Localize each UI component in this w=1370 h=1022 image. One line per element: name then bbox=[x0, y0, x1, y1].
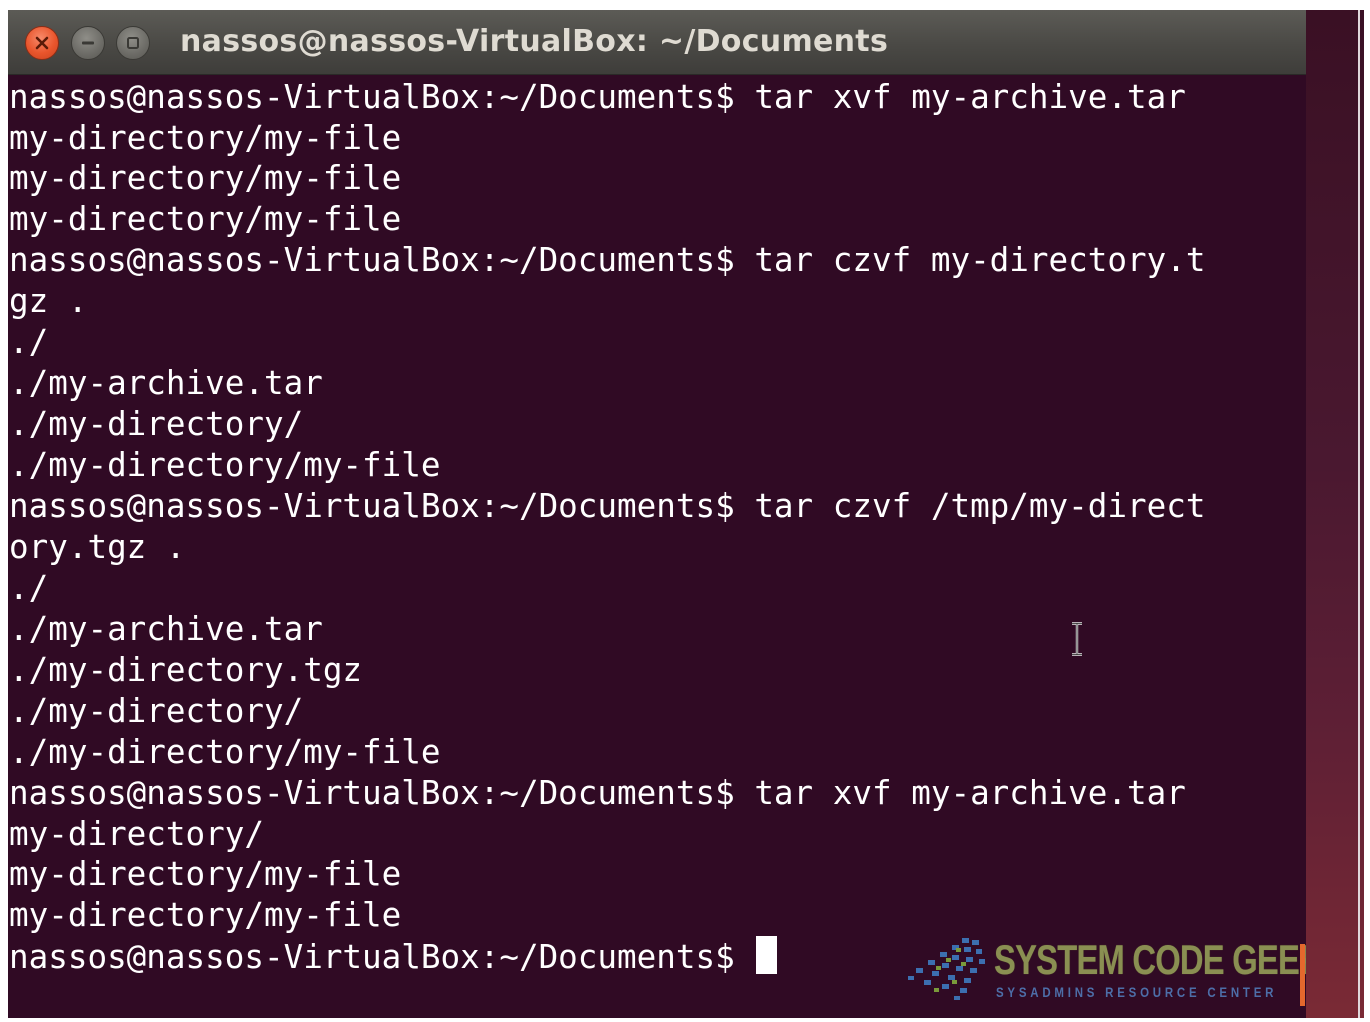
minimize-icon bbox=[82, 41, 94, 45]
close-icon bbox=[35, 36, 49, 50]
desktop-background bbox=[1306, 10, 1364, 1018]
maximize-icon bbox=[127, 37, 139, 49]
terminal-line: gz . bbox=[9, 282, 88, 320]
terminal-output[interactable]: nassos@nassos-VirtualBox:~/Documents$ ta… bbox=[8, 76, 1306, 1018]
watermark-name: SYSTEM CODE GEEKS bbox=[994, 936, 1306, 983]
close-button[interactable] bbox=[25, 26, 59, 60]
terminal-window: nassos@nassos-VirtualBox: ~/Documents na… bbox=[8, 10, 1306, 1018]
terminal-line: nassos@nassos-VirtualBox:~/Documents$ ta… bbox=[9, 241, 1206, 279]
terminal-line: ./ bbox=[9, 323, 49, 361]
terminal-line: ./ bbox=[9, 569, 49, 607]
terminal-line: my-directory/my-file bbox=[9, 200, 402, 238]
terminal-line: ./my-archive.tar bbox=[9, 610, 323, 648]
terminal-line: my-directory/my-file bbox=[9, 855, 402, 893]
terminal-line: my-directory/my-file bbox=[9, 119, 402, 157]
watermark-accent-bar bbox=[1300, 944, 1305, 1006]
terminal-line: my-directory/ bbox=[9, 815, 264, 853]
terminal-line: ory.tgz . bbox=[9, 528, 186, 566]
terminal-prompt: nassos@nassos-VirtualBox:~/Documents$ bbox=[9, 938, 755, 976]
watermark: SYSTEM CODE GEEKS SYSADMINS RESOURCE CEN… bbox=[906, 934, 1306, 1006]
text-cursor-icon bbox=[1072, 622, 1082, 656]
desktop-edge-line bbox=[1358, 10, 1360, 1018]
terminal-line: ./my-directory/my-file bbox=[9, 446, 441, 484]
terminal-line: my-directory/my-file bbox=[9, 159, 402, 197]
terminal-line: nassos@nassos-VirtualBox:~/Documents$ ta… bbox=[9, 774, 1186, 812]
watermark-tagline: SYSADMINS RESOURCE CENTER bbox=[996, 984, 1278, 1000]
terminal-line: ./my-directory/ bbox=[9, 692, 304, 730]
terminal-line: my-directory/my-file bbox=[9, 896, 402, 934]
minimize-button[interactable] bbox=[71, 26, 105, 60]
screen: nassos@nassos-VirtualBox: ~/Documents na… bbox=[0, 0, 1370, 1022]
terminal-line: ./my-directory.tgz bbox=[9, 651, 363, 689]
watermark-logo-icon bbox=[908, 938, 985, 1000]
window-title: nassos@nassos-VirtualBox: ~/Documents bbox=[180, 24, 889, 59]
maximize-button[interactable] bbox=[116, 26, 150, 60]
terminal-line: nassos@nassos-VirtualBox:~/Documents$ ta… bbox=[9, 487, 1206, 525]
terminal-cursor bbox=[756, 936, 778, 974]
terminal-line: ./my-archive.tar bbox=[9, 364, 323, 402]
title-bar[interactable]: nassos@nassos-VirtualBox: ~/Documents bbox=[8, 10, 1306, 75]
terminal-line: nassos@nassos-VirtualBox:~/Documents$ ta… bbox=[9, 78, 1186, 116]
terminal-line: ./my-directory/my-file bbox=[9, 733, 441, 771]
terminal-prompt-line[interactable]: nassos@nassos-VirtualBox:~/Documents$ bbox=[9, 936, 778, 977]
terminal-line: ./my-directory/ bbox=[9, 405, 304, 443]
